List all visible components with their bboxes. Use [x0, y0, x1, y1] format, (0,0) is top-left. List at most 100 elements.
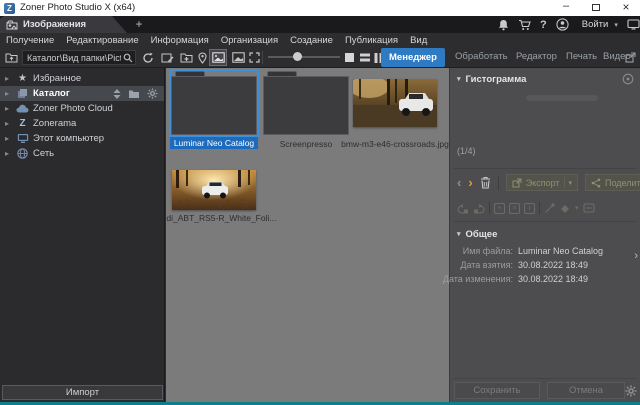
second-display-icon[interactable]: [627, 19, 640, 30]
help-icon[interactable]: ?: [540, 19, 547, 31]
tree-expand-icon[interactable]: ▸: [5, 74, 12, 83]
thumbnail-size-slider-track[interactable]: [268, 56, 340, 58]
search-icon[interactable]: [122, 52, 134, 64]
sidebar-item-zoner-photo-cloud[interactable]: ▸ Zoner Photo Cloud: [0, 101, 164, 116]
quick-edit-icon[interactable]: [159, 50, 175, 65]
toolbar-separator: [262, 51, 263, 64]
general-section-header[interactable]: ▾ Общее: [450, 226, 640, 242]
tab-images[interactable]: Изображения: [0, 16, 127, 33]
gear-icon[interactable]: [147, 88, 158, 99]
zoner-photo-studio-window: Z Zoner Photo Studio X (x64) – × Изображ…: [0, 0, 640, 405]
folder-up-icon[interactable]: [4, 50, 19, 65]
panel-scroll-arrow-icon[interactable]: ›: [634, 250, 638, 262]
map-pin-icon[interactable]: [196, 50, 208, 65]
maximize-button[interactable]: [582, 0, 610, 16]
account-icon[interactable]: [556, 18, 569, 31]
undock-icon[interactable]: [624, 51, 637, 64]
tree-expand-icon[interactable]: ▸: [5, 89, 12, 98]
tree-expand-icon[interactable]: ▸: [5, 104, 12, 113]
sidebar-item-favorites[interactable]: ▸ ★ Избранное: [0, 71, 164, 86]
export-caret-icon[interactable]: ▾: [569, 179, 573, 187]
share-button[interactable]: Поделиться: [585, 174, 640, 191]
histogram-section-header[interactable]: ▾ Гистограмма: [450, 71, 640, 87]
close-button[interactable]: ×: [612, 0, 640, 16]
zonerama-icon: Z: [16, 118, 29, 129]
document-tab-bar: Изображения + ? Войти ▾ ▾: [0, 16, 640, 33]
copy-remove-icon[interactable]: ×: [509, 203, 520, 214]
export-icon: [512, 178, 522, 188]
copy-info-icon[interactable]: i: [524, 203, 535, 214]
trash-icon[interactable]: [480, 176, 491, 189]
label-caret-icon[interactable]: ▾: [575, 204, 579, 212]
tree-expand-icon[interactable]: ▸: [5, 134, 12, 143]
thumbnail-size-slider-knob[interactable]: [293, 52, 302, 61]
refresh-icon[interactable]: [140, 50, 155, 65]
histogram-settings-icon[interactable]: [622, 73, 634, 85]
collapse-caret-icon[interactable]: ▾: [457, 230, 461, 238]
collapse-caret-icon[interactable]: ▾: [457, 75, 461, 83]
folder-body-shape: [171, 76, 257, 135]
panel-settings-gear-icon[interactable]: [625, 385, 637, 397]
folder-thumb-luminar-neo-catalog[interactable]: [171, 71, 257, 135]
histogram-page-indicator: (1/4): [457, 146, 476, 156]
notifications-bell-icon[interactable]: [498, 19, 509, 31]
sort-icon[interactable]: [113, 89, 121, 99]
mode-tab-manager[interactable]: Менеджер: [381, 48, 445, 67]
menu-edit[interactable]: Редактирование: [60, 35, 144, 46]
sidebar-item-zonerama[interactable]: ▸ Z Zonerama: [0, 116, 164, 131]
tree-expand-icon[interactable]: ▸: [5, 149, 12, 158]
menu-publish[interactable]: Публикация: [339, 35, 404, 46]
rotate-right-icon[interactable]: [473, 203, 485, 214]
sidebar-item-network[interactable]: ▸ Сеть: [0, 146, 164, 161]
star-icon: ★: [16, 73, 29, 84]
new-tab-button[interactable]: +: [132, 17, 146, 32]
image-thumb-bmw[interactable]: [353, 79, 437, 127]
sidebar-item-catalog[interactable]: ▸ Каталог: [0, 86, 164, 101]
export-label: Экспорт: [526, 178, 560, 188]
info-value: 30.08.2022 18:49: [518, 260, 588, 270]
export-button[interactable]: Экспорт ▾: [506, 174, 578, 191]
folder-settings-icon[interactable]: [128, 89, 140, 99]
menu-acquire[interactable]: Получение: [0, 35, 60, 46]
save-button[interactable]: Сохранить: [454, 382, 540, 399]
preview-icon[interactable]: [230, 50, 246, 65]
menu-view[interactable]: Вид: [404, 35, 433, 46]
path-search-input[interactable]: [22, 50, 136, 65]
histogram-title: Гистограмма: [466, 74, 527, 85]
menu-create[interactable]: Создание: [284, 35, 339, 46]
view-list-icon[interactable]: [358, 51, 371, 64]
previous-icon[interactable]: ‹: [457, 175, 461, 190]
rotate-left-icon[interactable]: [457, 203, 469, 214]
picker-icon[interactable]: [544, 203, 555, 214]
fit-view-icon[interactable]: [247, 50, 261, 65]
login-button[interactable]: Войти: [582, 19, 609, 30]
mode-tab-print[interactable]: Печать: [566, 51, 597, 62]
copy-add-icon[interactable]: +: [494, 203, 505, 214]
menu-organize[interactable]: Организация: [215, 35, 284, 46]
cancel-button[interactable]: Отмена: [547, 382, 625, 399]
folder-thumb-screenpresso[interactable]: [263, 71, 349, 135]
mode-tab-develop[interactable]: Обработать: [455, 51, 508, 62]
image-thumb-audi[interactable]: [172, 170, 256, 210]
next-icon[interactable]: ›: [468, 175, 472, 190]
shop-cart-icon[interactable]: [518, 19, 531, 31]
edit-separator: [489, 202, 490, 214]
import-button[interactable]: Импорт: [2, 385, 163, 400]
tree-expand-icon[interactable]: ▸: [5, 119, 12, 128]
mode-tab-editor[interactable]: Редактор: [516, 51, 557, 62]
menu-bar: Получение Редактирование Информация Орга…: [0, 33, 640, 47]
browser-toolbar: Менеджер Обработать Редактор Печать Виде…: [0, 47, 640, 68]
new-folder-icon[interactable]: [178, 50, 194, 65]
action-separator: [498, 176, 499, 190]
label-color-icon[interactable]: [559, 203, 571, 214]
browser-view-icon[interactable]: [209, 49, 227, 66]
tag-icon[interactable]: [583, 203, 595, 213]
minimize-button[interactable]: –: [552, 0, 580, 16]
sidebar-item-this-computer[interactable]: ▸ Этот компьютер: [0, 131, 164, 146]
view-grid-icon[interactable]: [343, 51, 356, 64]
info-value: 30.08.2022 18:49: [518, 274, 588, 284]
grid-item-label: bmw-m3-e46-crossroads.jpg: [338, 139, 449, 149]
share-icon: [591, 178, 601, 188]
login-caret-icon[interactable]: ▾: [614, 21, 618, 29]
menu-information[interactable]: Информация: [145, 35, 215, 46]
